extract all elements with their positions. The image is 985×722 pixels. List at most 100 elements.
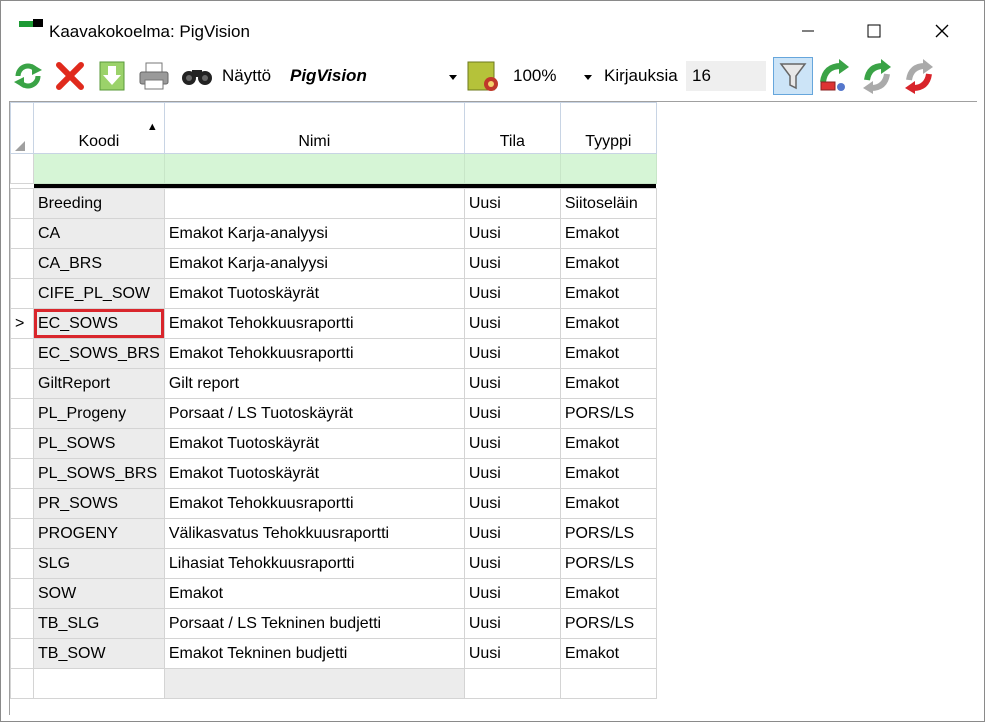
view-select[interactable]: PigVision (284, 61, 462, 91)
cell-status[interactable]: Uusi (463, 278, 561, 309)
cell-type[interactable]: Emakot (559, 638, 657, 669)
cell-code[interactable]: PL_SOWS_BRS (33, 458, 165, 489)
cell-status[interactable]: Uusi (463, 578, 561, 609)
cell-status[interactable]: Uusi (463, 608, 561, 639)
cell-type[interactable]: Emakot (559, 308, 657, 339)
cell-type[interactable]: Emakot (559, 218, 657, 249)
cell-name[interactable]: Porsaat / LS Tekninen budjetti (163, 608, 465, 639)
cell-status[interactable]: Uusi (463, 338, 561, 369)
cell-status[interactable]: Uusi (463, 308, 561, 339)
cell-type[interactable]: Emakot (559, 428, 657, 459)
cell-name[interactable]: Emakot Karja-analyysi (163, 248, 465, 279)
cell-name[interactable]: Emakot Tuotoskäyrät (163, 428, 465, 459)
row-selector[interactable] (10, 458, 34, 489)
cell-code[interactable]: EC_SOWS (33, 308, 165, 339)
table-row[interactable]: EC_SOWS_BRS Emakot Tehokkuusraportti Uusi E… (10, 338, 657, 369)
cell-status[interactable]: Uusi (463, 548, 561, 579)
table-row[interactable]: > EC_SOWS Emakot Tehokkuusraportti Uusi Emak… (10, 308, 657, 339)
cell-name[interactable]: Välikasvatus Tehokkuusraportti (163, 518, 465, 549)
row-selector[interactable] (10, 638, 34, 669)
import-button[interactable] (95, 59, 129, 93)
cell-name[interactable]: Emakot Tehokkuusraportti (163, 488, 465, 519)
cell-code[interactable]: CA (33, 218, 165, 249)
cell-name[interactable]: Lihasiat Tehokkuusraportti (163, 548, 465, 579)
refresh-button[interactable] (11, 59, 45, 93)
row-selector[interactable] (10, 488, 34, 519)
row-selector[interactable] (10, 578, 34, 609)
column-header-status[interactable]: Tila (463, 102, 561, 154)
row-selector[interactable] (10, 518, 34, 549)
cell-code[interactable]: PROGENY (33, 518, 165, 549)
row-selector[interactable]: > (10, 308, 34, 339)
row-selector-header[interactable] (10, 102, 34, 154)
row-selector[interactable] (10, 368, 34, 399)
cell-name[interactable]: Gilt report (163, 368, 465, 399)
cell-status[interactable]: Uusi (463, 218, 561, 249)
minimize-button[interactable] (785, 11, 831, 51)
cell-name[interactable]: Emakot Tuotoskäyrät (163, 458, 465, 489)
cell-code[interactable]: PR_SOWS (33, 488, 165, 519)
row-selector[interactable] (10, 218, 34, 249)
table-row[interactable]: TB_SOW Emakot Tekninen budjetti Uusi Emakot (10, 638, 657, 669)
row-selector[interactable] (10, 428, 34, 459)
table-row[interactable]: PL_Progeny Porsaat / LS Tuotoskäyrät Uusi P… (10, 398, 657, 429)
maximize-button[interactable] (851, 11, 897, 51)
table-row[interactable]: SOW Emakot Uusi Emakot (10, 578, 657, 609)
table-row[interactable]: PL_SOWS Emakot Tuotoskäyrät Uusi Emakot (10, 428, 657, 459)
filter-button[interactable] (773, 57, 813, 95)
filter-cell-type[interactable] (559, 153, 657, 184)
cell-code[interactable]: Breeding (33, 188, 165, 219)
export-button[interactable] (817, 59, 853, 93)
cell-code[interactable]: CIFE_PL_SOW (33, 278, 165, 309)
table-row[interactable]: SLG Lihasiat Tehokkuusraportti Uusi PORS/LS (10, 548, 657, 579)
row-selector[interactable] (10, 278, 34, 309)
cell-type[interactable]: Emakot (559, 578, 657, 609)
column-header-name[interactable]: Nimi (163, 102, 465, 154)
cell-type[interactable]: Emakot (559, 458, 657, 489)
new-row[interactable] (10, 668, 657, 699)
cell-code[interactable]: PL_Progeny (33, 398, 165, 429)
row-selector[interactable] (10, 248, 34, 279)
cell-type[interactable]: PORS/LS (559, 518, 657, 549)
cell-type[interactable]: PORS/LS (559, 548, 657, 579)
settings-report-button[interactable] (465, 59, 501, 93)
print-button[interactable] (137, 59, 171, 93)
cell-type[interactable]: Emakot (559, 338, 657, 369)
cell-type[interactable]: Emakot (559, 278, 657, 309)
row-selector[interactable] (10, 188, 34, 219)
search-binoculars-button[interactable] (179, 59, 215, 93)
table-row[interactable]: TB_SLG Porsaat / LS Tekninen budjetti Uusi… (10, 608, 657, 639)
cell-name[interactable]: Emakot Tuotoskäyrät (163, 278, 465, 309)
table-row[interactable]: GiltReport Gilt report Uusi Emakot (10, 368, 657, 399)
cell-type[interactable]: PORS/LS (559, 608, 657, 639)
cell-status[interactable]: Uusi (463, 488, 561, 519)
cell-type[interactable]: Emakot (559, 248, 657, 279)
cell-name[interactable]: Emakot Tehokkuusraportti (163, 338, 465, 369)
cell-status[interactable]: Uusi (463, 188, 561, 219)
data-grid[interactable]: Koodi ▲ Nimi Tila Tyyppi Breeding Uusi Sii (9, 101, 977, 715)
cell-name[interactable]: Emakot (163, 578, 465, 609)
filter-cell-status[interactable] (463, 153, 561, 184)
row-selector[interactable] (10, 608, 34, 639)
cell-code[interactable]: TB_SLG (33, 608, 165, 639)
cell-status[interactable]: Uusi (463, 248, 561, 279)
cell-code[interactable]: EC_SOWS_BRS (33, 338, 165, 369)
table-row[interactable]: CIFE_PL_SOW Emakot Tuotoskäyrät Uusi Emakot (10, 278, 657, 309)
cell-name[interactable]: Emakot Tehokkuusraportti (163, 308, 465, 339)
cell-status[interactable]: Uusi (463, 398, 561, 429)
revert-button[interactable] (901, 59, 937, 94)
cell-code[interactable]: TB_SOW (33, 638, 165, 669)
zoom-select[interactable]: 100% (507, 61, 597, 91)
cell-name[interactable]: Emakot Karja-analyysi (163, 218, 465, 249)
column-header-type[interactable]: Tyyppi (559, 102, 657, 154)
cell-name[interactable] (163, 188, 465, 219)
cell-status[interactable]: Uusi (463, 638, 561, 669)
cell-type[interactable]: Emakot (559, 368, 657, 399)
cell-status[interactable]: Uusi (463, 428, 561, 459)
cell-status[interactable]: Uusi (463, 518, 561, 549)
delete-button[interactable] (53, 59, 87, 93)
filter-cell-code[interactable] (33, 153, 165, 184)
cell-code[interactable]: CA_BRS (33, 248, 165, 279)
row-selector[interactable] (10, 548, 34, 579)
table-row[interactable]: PL_SOWS_BRS Emakot Tuotoskäyrät Uusi Emakot (10, 458, 657, 489)
